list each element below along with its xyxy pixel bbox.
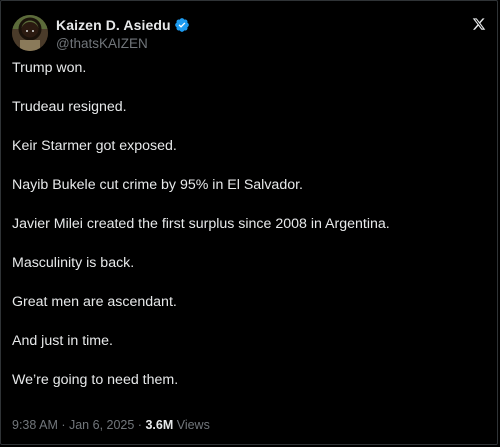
tweet-line: And just in time. [12, 333, 113, 349]
tweet-line: Trudeau resigned. [12, 99, 127, 115]
author-handle[interactable]: @thatsKAIZEN [56, 35, 190, 53]
tweet-line: Trump won. [12, 60, 87, 76]
meta-separator: · [57, 418, 69, 432]
tweet-header: Kaizen D. Asiedu @thatsKAIZEN [12, 13, 488, 53]
tweet-line: Masculinity is back. [12, 255, 135, 271]
tweet-line: Keir Starmer got exposed. [12, 138, 177, 154]
views-label: Views [173, 418, 210, 432]
avatar-image [12, 15, 48, 51]
tweet-line: Javier Milei created the first surplus s… [12, 216, 390, 232]
tweet-line: We’re going to need them. [12, 372, 179, 388]
x-logo-icon[interactable] [472, 17, 486, 31]
tweet-line: Great men are ascendant. [12, 294, 177, 310]
tweet-time[interactable]: 9:38 AM [12, 418, 58, 432]
verified-badge-icon [174, 17, 190, 33]
author-names: Kaizen D. Asiedu @thatsKAIZEN [56, 15, 190, 53]
tweet-meta: 9:38 AM · Jan 6, 2025 · 3.6M Views [12, 416, 210, 434]
tweet-text: Trump won. Trudeau resigned. Keir Starme… [12, 59, 488, 410]
tweet-date[interactable]: Jan 6, 2025 [69, 418, 134, 432]
display-name-row: Kaizen D. Asiedu [56, 15, 190, 35]
display-name[interactable]: Kaizen D. Asiedu [56, 17, 171, 33]
avatar[interactable] [12, 15, 48, 51]
meta-separator: · [134, 418, 146, 432]
tweet-line: Nayib Bukele cut crime by 95% in El Salv… [12, 177, 303, 193]
views-count: 3.6M [145, 418, 174, 432]
tweet-card: Kaizen D. Asiedu @thatsKAIZEN Trump won.… [0, 0, 498, 445]
